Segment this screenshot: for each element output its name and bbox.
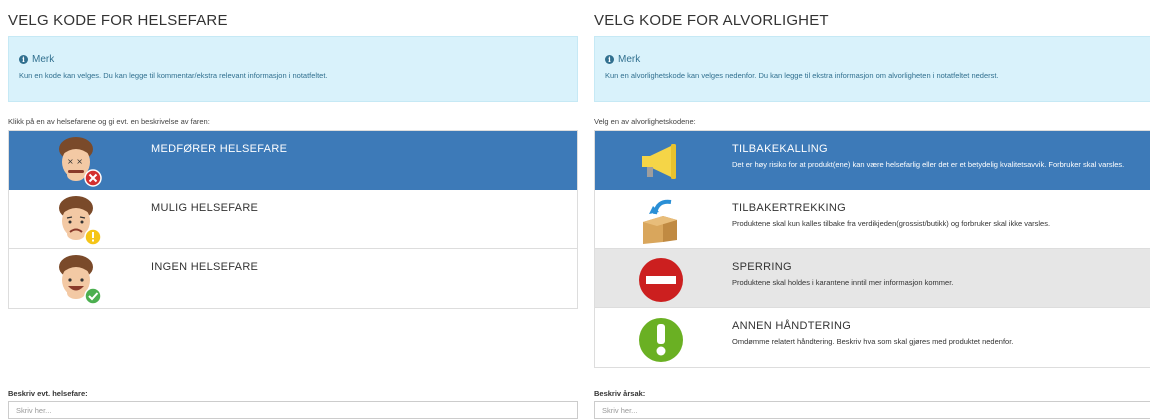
hazard-description-input[interactable] <box>8 401 578 419</box>
health-hazard-title: VELG KODE FOR HELSEFARE <box>8 12 228 29</box>
severity-option-withdrawal[interactable]: TILBAKERTREKKING Produktene skal kun kal… <box>595 190 1150 249</box>
face-happy-icon <box>59 255 102 305</box>
note-title: Merk <box>32 54 55 65</box>
note-text: Kun en kode kan velges. Du kan legge til… <box>19 71 328 80</box>
svg-text:× ×: × × <box>67 157 83 166</box>
health-hazard-list: × × MEDFØRER HELSEFARE MULIG HELSEFARE I… <box>8 130 578 309</box>
reason-label: Beskriv årsak: <box>594 389 646 398</box>
severity-instruction: Velg en av alvorlighetskodene: <box>594 117 696 126</box>
hazard-option-possible[interactable]: MULIG HELSEFARE <box>9 190 577 249</box>
severity-option-recall[interactable]: TILBAKEKALLING Det er høy risiko for at … <box>595 131 1150 190</box>
note-heading: i Merk <box>19 54 54 65</box>
megaphone-icon <box>642 144 676 179</box>
severity-label: TILBAKEKALLING <box>732 143 828 155</box>
health-hazard-note: i Merk Kun en kode kan velges. Du kan le… <box>8 36 578 102</box>
info-icon: i <box>605 55 614 64</box>
severity-description: Det er høy risiko for at produkt(ene) ka… <box>732 160 1125 169</box>
severity-note: i Merk Kun en alvorlighetskode kan velge… <box>594 36 1150 102</box>
severity-option-other[interactable]: ANNEN HÅNDTERING Omdømme relatert håndte… <box>595 308 1150 367</box>
note-text: Kun en alvorlighetskode kan velges neden… <box>605 71 999 80</box>
severity-label: TILBAKERTREKKING <box>732 202 847 214</box>
info-icon: i <box>19 55 28 64</box>
exclamation-circle-icon <box>639 318 683 362</box>
severity-description: Produktene skal kun kalles tilbake fra v… <box>732 219 1051 228</box>
no-entry-icon <box>639 258 683 302</box>
severity-label: SPERRING <box>732 261 792 273</box>
severity-label: ANNEN HÅNDTERING <box>732 320 852 332</box>
face-worried-icon <box>59 196 102 246</box>
severity-option-blocking[interactable]: SPERRING Produktene skal holdes i karant… <box>595 249 1150 308</box>
severity-list: TILBAKEKALLING Det er høy risiko for at … <box>594 130 1150 368</box>
box-return-icon <box>643 199 677 244</box>
severity-description: Omdømme relatert håndtering. Beskriv hva… <box>732 337 1014 346</box>
severity-description: Produktene skal holdes i karantene innti… <box>732 278 954 287</box>
face-sick-icon: × × <box>59 137 102 187</box>
hazard-label: INGEN HELSEFARE <box>151 261 259 273</box>
hazard-label: MULIG HELSEFARE <box>151 202 259 214</box>
note-heading: i Merk <box>605 54 640 65</box>
note-title: Merk <box>618 54 641 65</box>
health-hazard-instruction: Klikk på en av helsefarene og gi evt. en… <box>8 117 210 126</box>
hazard-description-label: Beskriv evt. helsefare: <box>8 389 88 398</box>
hazard-option-none[interactable]: INGEN HELSEFARE <box>9 249 577 308</box>
severity-title: VELG KODE FOR ALVORLIGHET <box>594 12 829 29</box>
hazard-label: MEDFØRER HELSEFARE <box>151 143 288 155</box>
hazard-option-causes[interactable]: × × MEDFØRER HELSEFARE <box>9 131 577 190</box>
reason-input[interactable] <box>594 401 1150 419</box>
